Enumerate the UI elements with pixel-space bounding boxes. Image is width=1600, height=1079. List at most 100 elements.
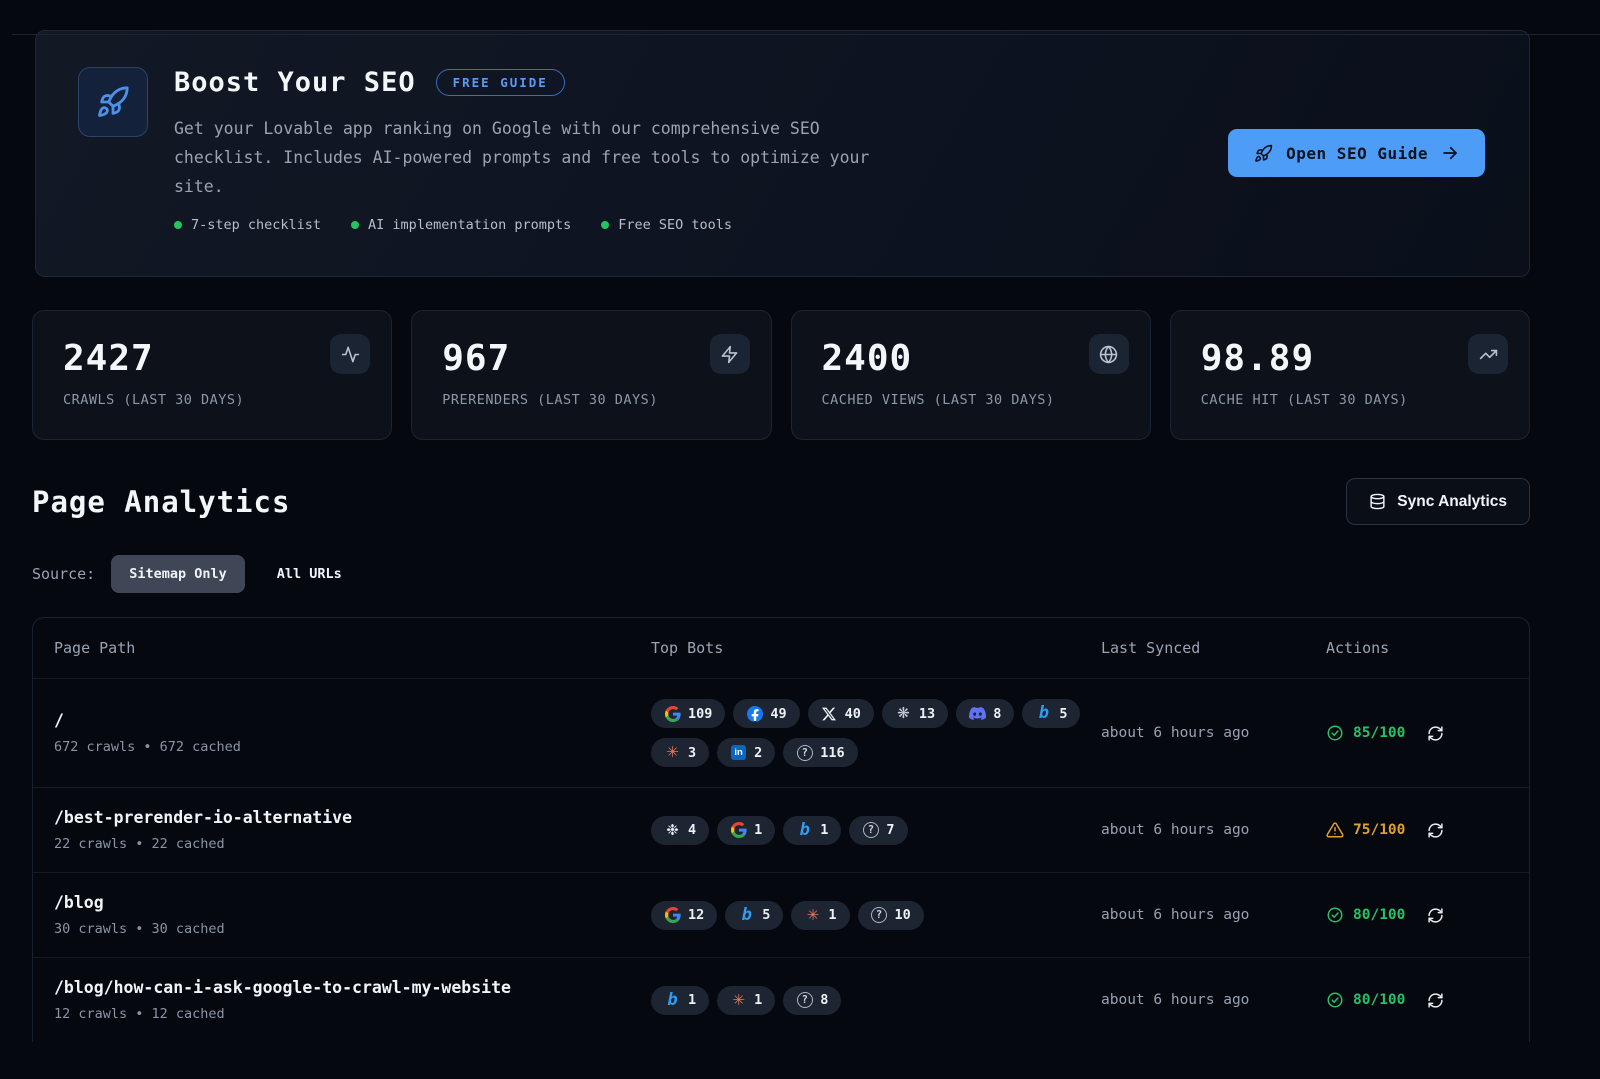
rocket-icon [78,67,148,137]
database-icon [1369,493,1386,510]
discord-icon [969,705,986,722]
bot-badge-discord: 8 [956,699,1014,728]
last-synced: about 6 hours ago [1101,992,1326,1008]
score-value: 75/100 [1353,822,1405,838]
bot-badge-openai: ❋13 [882,699,948,728]
activity-icon [330,334,370,374]
bot-badge-google: 12 [651,901,717,930]
page-path: /blog/how-can-i-ask-google-to-crawl-my-w… [54,978,651,997]
bot-badge-unknown: ? 116 [783,738,857,767]
sync-analytics-label: Sync Analytics [1397,493,1507,511]
bot-count: 1 [828,907,836,923]
bot-badge-unknown: ? 10 [858,901,924,930]
bot-badge-google: 109 [651,699,725,728]
bing-icon: b [796,822,813,839]
bot-count: 8 [820,992,828,1008]
stat-value: 967 [442,338,746,379]
page-analytics-table: Page Path Top Bots Last Synced Actions /… [32,617,1530,1042]
green-dot-icon [174,221,182,229]
col-header-actions: Actions [1326,639,1508,657]
refresh-button[interactable] [1427,907,1444,924]
cta-label: Open SEO Guide [1286,144,1428,163]
bot-count: 1 [754,992,762,1008]
page-path: /best-prerender-io-alternative [54,808,651,827]
score-value: 80/100 [1353,907,1405,923]
stat-label: PRERENDERS (LAST 30 DAYS) [442,392,746,408]
crawl-meta: 12 crawls • 12 cached [54,1006,651,1022]
green-dot-icon [601,221,609,229]
unknown-bot-icon: ? [796,744,813,761]
bot-count: 5 [1059,706,1067,722]
stat-value: 98.89 [1201,338,1505,379]
crawl-meta: 22 crawls • 22 cached [54,836,651,852]
last-synced: about 6 hours ago [1101,822,1326,838]
stat-value: 2400 [822,338,1126,379]
bot-count: 10 [895,907,911,923]
table-row: /blog30 crawls • 30 cached12b5✳1?10about… [33,872,1529,957]
source-option-all-urls[interactable]: All URLs [259,555,360,593]
unknown-bot-icon: ? [862,822,879,839]
google-icon [730,822,747,839]
feature-item: AI implementation prompts [351,217,571,233]
stat-card: 98.89 CACHE HIT (LAST 30 DAYS) [1170,310,1530,440]
bot-badge-facebook: 49 [733,699,799,728]
bot-badge-bing: b5 [725,901,783,930]
source-option-sitemap-only[interactable]: Sitemap Only [111,555,245,593]
bot-badge-claude: ✳3 [651,738,709,767]
table-row: /blog/how-can-i-ask-google-to-crawl-my-w… [33,957,1529,1042]
warning-triangle-icon [1326,821,1344,839]
linkedin-icon: in [730,744,747,761]
table-row: /672 crawls • 672 cached1094940❋138b5✳3i… [33,678,1529,787]
google-icon [664,907,681,924]
bot-count: 109 [688,706,712,722]
bing-icon: b [1035,705,1052,722]
sync-analytics-button[interactable]: Sync Analytics [1346,478,1530,525]
bot-badge-unknown: ?7 [849,816,907,845]
facebook-icon [746,705,763,722]
bot-count: 116 [820,745,844,761]
stat-label: CACHED VIEWS (LAST 30 DAYS) [822,392,1126,408]
stat-label: CACHE HIT (LAST 30 DAYS) [1201,392,1505,408]
check-circle-icon [1326,724,1344,742]
stat-label: CRAWLS (LAST 30 DAYS) [63,392,367,408]
unknown-bot-icon: ? [796,992,813,1009]
score-value: 80/100 [1353,992,1405,1008]
unknown-bot-icon: ? [871,907,888,924]
banner-description: Get your Lovable app ranking on Google w… [174,114,874,201]
refresh-button[interactable] [1427,992,1444,1009]
open-seo-guide-button[interactable]: Open SEO Guide [1228,129,1485,177]
col-header-last-synced: Last Synced [1101,639,1326,657]
bot-count: 2 [754,745,762,761]
bing-icon: b [664,992,681,1009]
globe-icon [1089,334,1129,374]
col-header-top-bots: Top Bots [651,639,1101,657]
bot-count: 1 [820,822,828,838]
spider-bot-icon: ❉ [664,822,681,839]
check-circle-icon [1326,991,1344,1009]
refresh-button[interactable] [1427,725,1444,742]
bot-badge-claude: ✳1 [717,986,775,1015]
stat-card: 2427 CRAWLS (LAST 30 DAYS) [32,310,392,440]
bot-count: 7 [886,822,894,838]
col-header-page-path: Page Path [54,639,651,657]
stat-cards: 2427 CRAWLS (LAST 30 DAYS) 967 PRERENDERS (… [32,310,1530,440]
bot-count: 1 [754,822,762,838]
table-header-row: Page Path Top Bots Last Synced Actions [33,618,1529,678]
crawl-meta: 672 crawls • 672 cached [54,739,651,755]
stat-value: 2427 [63,338,367,379]
bot-count: 12 [688,907,704,923]
seo-score: 80/100 [1326,906,1405,924]
seo-guide-banner: Boost Your SEO FREE GUIDE Get your Lovab… [35,30,1530,277]
zap-icon [710,334,750,374]
bot-badge-list: 1094940❋138b5✳3in2?116 [651,699,1097,767]
trending-up-icon [1468,334,1508,374]
claude-icon: ✳ [664,744,681,761]
stat-card: 967 PRERENDERS (LAST 30 DAYS) [411,310,771,440]
refresh-button[interactable] [1427,822,1444,839]
bot-badge-bing: b1 [783,816,841,845]
table-row: /best-prerender-io-alternative 22 crawls … [33,787,1529,872]
page-title: Page Analytics [32,485,290,519]
last-synced: about 6 hours ago [1101,725,1326,741]
bot-badge-spider: ❉4 [651,816,709,845]
bot-badge-list: ❉41b1?7 [651,816,1097,845]
